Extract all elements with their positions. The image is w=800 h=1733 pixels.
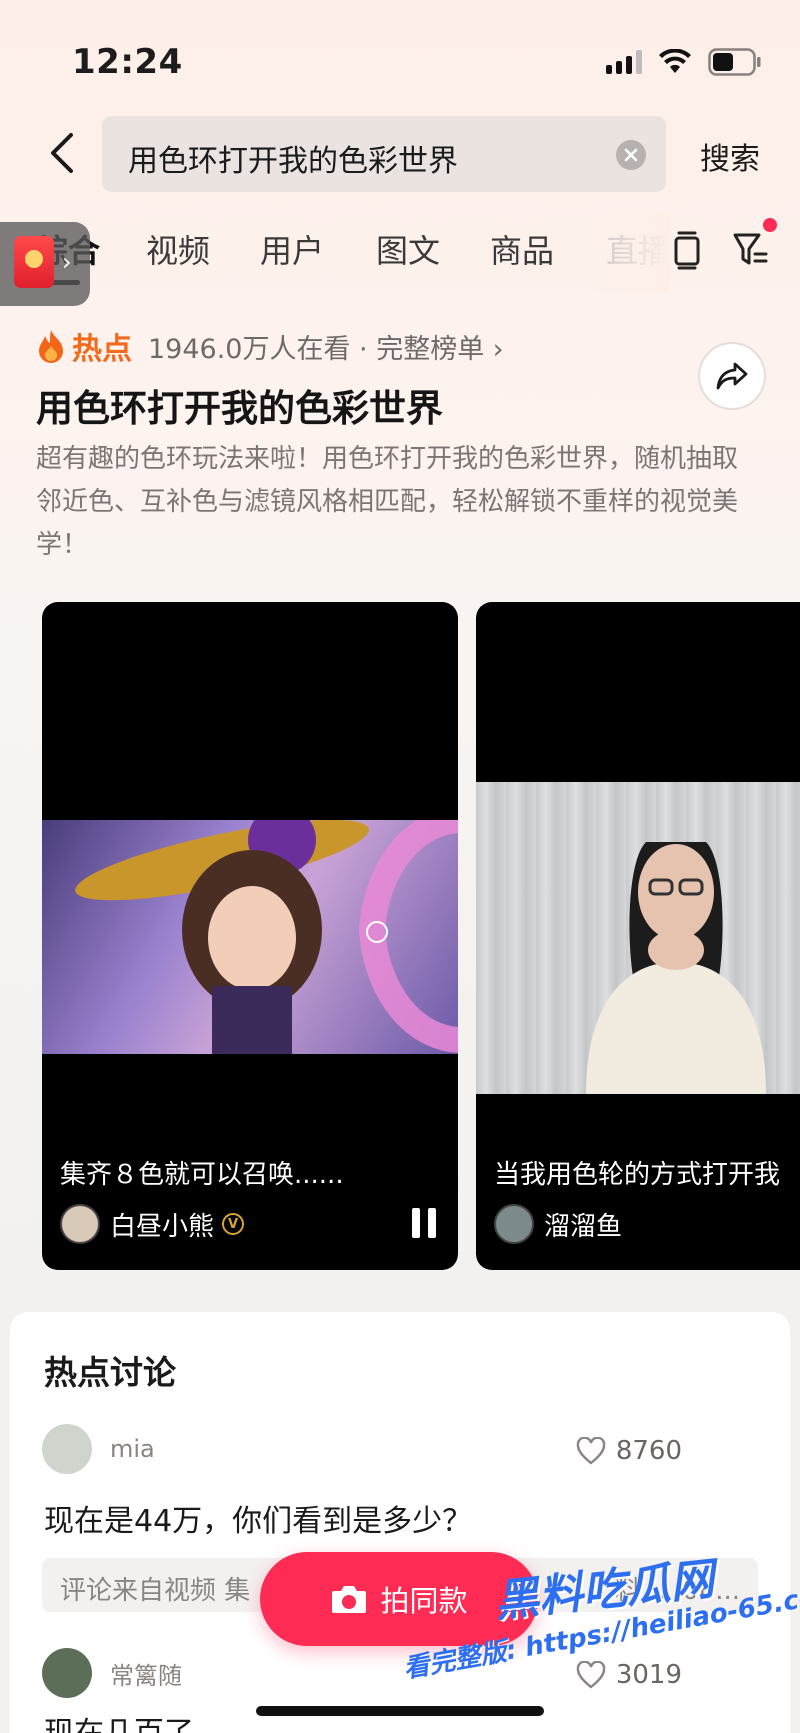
- heart-icon: [576, 1661, 606, 1689]
- filter-badge-dot: [763, 218, 777, 232]
- comment-text: 现在是44万，你们看到是多少？: [44, 1504, 473, 1539]
- back-button[interactable]: [38, 128, 84, 178]
- video-card[interactable]: 当我用色轮的方式打开我 溜溜鱼: [476, 602, 800, 1270]
- video-author[interactable]: 白昼小熊 V: [60, 1204, 245, 1244]
- section-title: 热点讨论: [44, 1353, 176, 1392]
- hotspot-label: 热点: [72, 332, 132, 367]
- video-caption: 当我用色轮的方式打开我: [494, 1160, 781, 1190]
- flame-icon: [39, 330, 63, 363]
- comment-text: 现在几百了: [44, 1708, 194, 1733]
- comment-user[interactable]: mia: [42, 1424, 155, 1474]
- camera-icon: [332, 1586, 367, 1613]
- status-icons: [606, 48, 762, 76]
- search-header: 用色环打开我的色彩世界 搜索: [0, 112, 800, 194]
- shoot-same-label: 拍同款: [380, 1584, 468, 1618]
- hotspot-row[interactable]: 热点 1946.0万人在看 · 完整榜单 ›: [36, 326, 504, 367]
- avatar: [42, 1424, 92, 1474]
- red-envelope-icon: [14, 236, 54, 288]
- video-thumbnail: [476, 782, 800, 1094]
- video-carousel: 集齐８色就可以召唤...... 白昼小熊 V 当我用色轮的方式打开我 溜溜鱼: [0, 600, 800, 1272]
- avatar: [494, 1204, 534, 1244]
- tab-user[interactable]: 用户: [260, 226, 324, 272]
- red-packet-float-button[interactable]: ›: [0, 222, 90, 306]
- cellular-signal-icon: [606, 50, 642, 74]
- like-count: 3019: [615, 1660, 682, 1690]
- avatar: [60, 1204, 100, 1244]
- chevron-right-icon: ›: [62, 248, 72, 276]
- avatar: [42, 1648, 92, 1698]
- comment-username: 常篱随: [110, 1661, 182, 1690]
- comment-user[interactable]: 常篱随: [42, 1648, 182, 1698]
- filter-icon[interactable]: [732, 230, 770, 274]
- status-bar: 12:24: [0, 0, 800, 110]
- like-count: 8760: [615, 1436, 682, 1466]
- like-button[interactable]: 8760: [576, 1436, 682, 1466]
- wifi-icon: [658, 49, 692, 75]
- video-thumbnail: [42, 806, 458, 1054]
- share-icon: [716, 362, 748, 390]
- tabs-bar: 综合 视频 用户 图文 商品 直播: [0, 212, 800, 292]
- search-input[interactable]: 用色环打开我的色彩世界: [128, 136, 458, 180]
- video-frame-illustration: [586, 842, 766, 1094]
- tab-image-text[interactable]: 图文: [376, 226, 440, 272]
- battery-icon: [708, 48, 762, 76]
- home-indicator[interactable]: [256, 1706, 544, 1716]
- author-name: 溜溜鱼: [544, 1211, 623, 1242]
- tabs-fade: [590, 212, 670, 292]
- verified-badge-icon: V: [222, 1213, 245, 1235]
- video-author[interactable]: 溜溜鱼: [494, 1204, 622, 1244]
- pause-icon[interactable]: [412, 1208, 436, 1238]
- status-time: 12:24: [72, 42, 183, 82]
- author-name: 白昼小熊: [110, 1211, 215, 1242]
- search-box[interactable]: 用色环打开我的色彩世界: [102, 116, 666, 192]
- hot-discussion-section: 热点讨论 mia 8760 现在是44万，你们看到是多少？ 评论来自视频 集 料…: [10, 1312, 790, 1733]
- tab-video[interactable]: 视频: [146, 226, 210, 272]
- like-button[interactable]: 3019: [576, 1660, 682, 1690]
- layout-toggle-icon[interactable]: [670, 230, 704, 274]
- tab-product[interactable]: 商品: [490, 226, 554, 272]
- chevron-left-icon: [51, 133, 73, 173]
- clear-icon[interactable]: [616, 140, 646, 170]
- source-text: 评论来自视频 集: [60, 1576, 251, 1606]
- search-button[interactable]: 搜索: [700, 134, 760, 178]
- video-caption: 集齐８色就可以召唤......: [60, 1160, 344, 1190]
- heart-icon: [576, 1437, 606, 1465]
- video-card[interactable]: 集齐８色就可以召唤...... 白昼小熊 V: [42, 602, 458, 1270]
- hotspot-meta-link[interactable]: 1946.0万人在看 · 完整榜单 ›: [148, 327, 504, 366]
- comment-username: mia: [110, 1435, 155, 1463]
- hotspot-description: 超有趣的色环玩法来啦！用色环打开我的色彩世界，随机抽取邻近色、互补色与滤镜风格相…: [36, 444, 739, 560]
- video-frame-illustration: [75, 806, 458, 1054]
- hotspot-title: 用色环打开我的色彩世界: [36, 387, 443, 430]
- share-button[interactable]: [698, 342, 766, 410]
